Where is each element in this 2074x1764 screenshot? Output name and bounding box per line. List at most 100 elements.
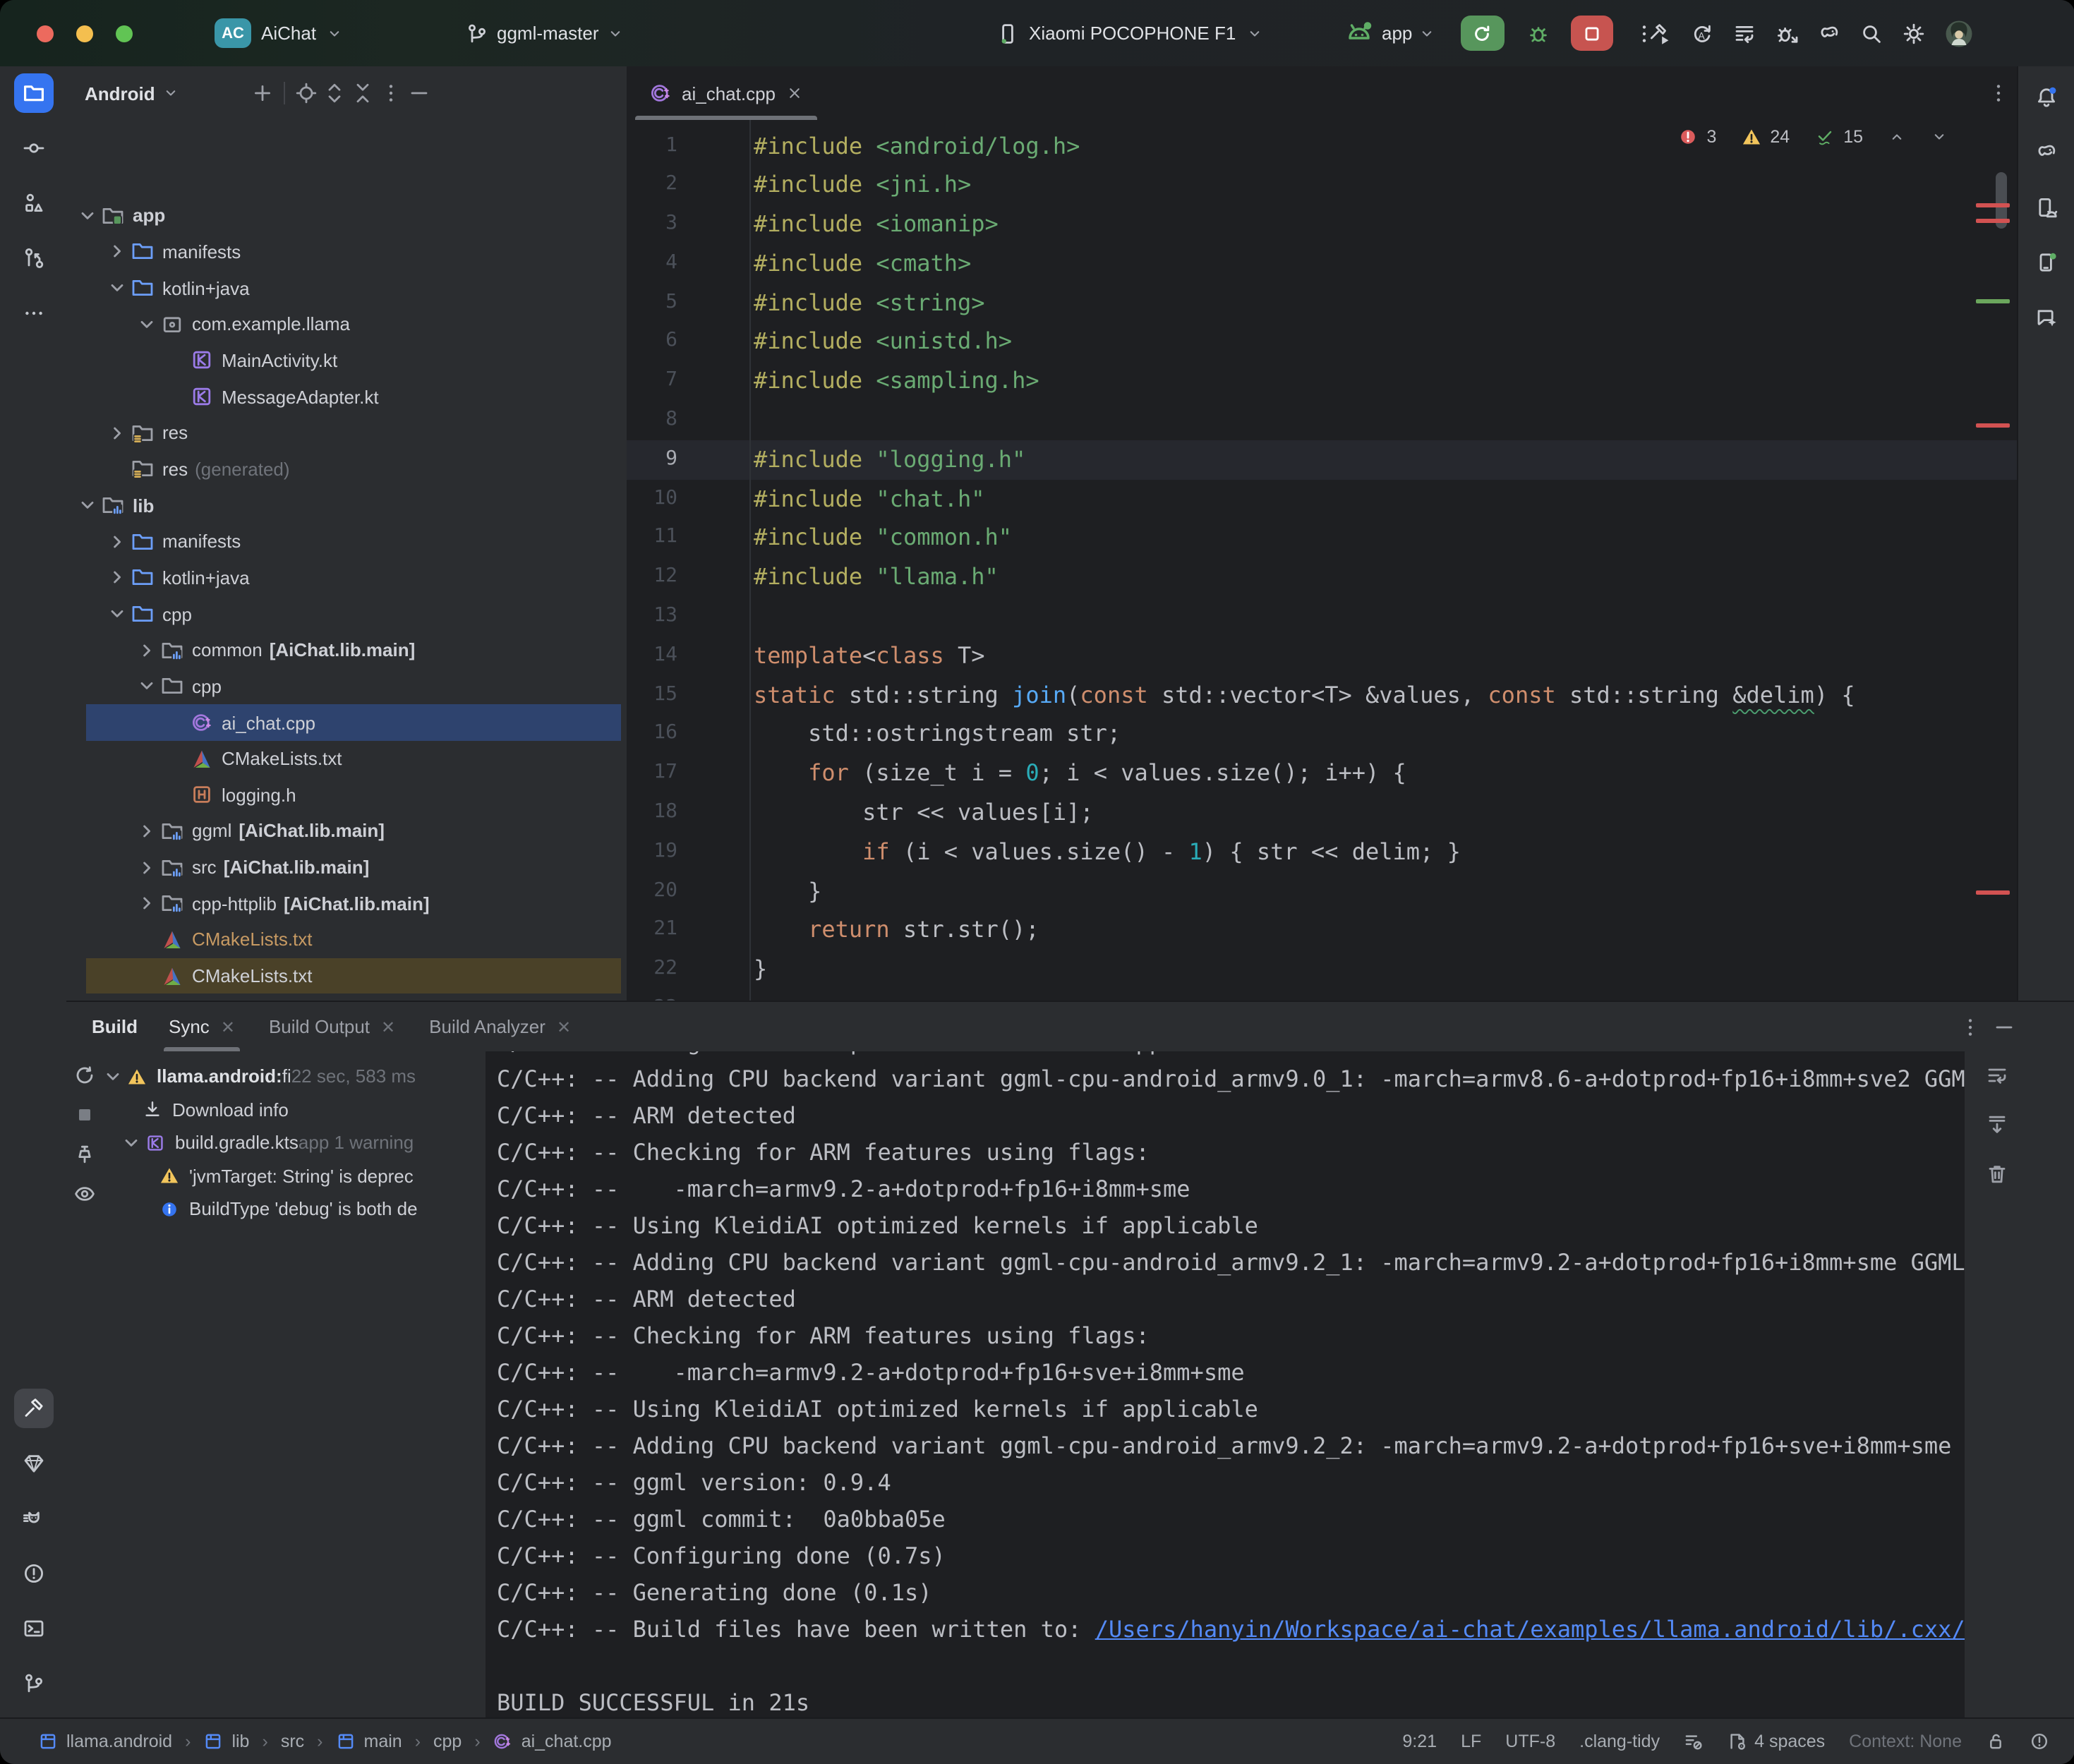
build-tree-item[interactable]: BuildType 'debug' is both de — [66, 1192, 486, 1226]
stripe-commit-button[interactable] — [13, 128, 53, 168]
status-item[interactable] — [1684, 1732, 1704, 1751]
project-tree-item[interactable]: CMakeLists.txt — [66, 741, 627, 777]
prev-problem-button[interactable] — [1888, 128, 1905, 145]
run-configuration[interactable]: app — [1382, 23, 1412, 44]
stripe-terminal-button[interactable] — [13, 1609, 53, 1648]
attach-debugger-icon[interactable] — [1775, 22, 1798, 44]
sync-alphabet-icon[interactable]: A — [1691, 22, 1713, 44]
stripe-git-branch-button[interactable] — [13, 1664, 53, 1703]
code-line-19[interactable]: 19 if (i < values.size() - 1) { str << d… — [627, 833, 2018, 872]
build-tree-item[interactable]: Download info — [66, 1093, 486, 1126]
project-tree-item[interactable]: logging.h — [66, 777, 627, 813]
locate-target-icon[interactable] — [295, 82, 318, 104]
project-tree-item[interactable]: res(generated) — [66, 451, 627, 487]
stripe-pull-requests-button[interactable] — [13, 238, 53, 278]
project-widget[interactable]: AC AiChat — [215, 0, 343, 66]
hide-build-panel-button[interactable] — [1993, 1016, 2015, 1039]
stripe-running-devices-button[interactable] — [2027, 243, 2066, 282]
project-tree-item[interactable]: CMakeLists.txt — [66, 958, 627, 994]
chevron-right-icon[interactable] — [106, 241, 128, 263]
breadcrumb-item[interactable]: cpp — [433, 1732, 462, 1751]
device-selector[interactable]: Xiaomi POCOPHONE F1 — [996, 0, 1262, 66]
error-stripe-mark[interactable] — [1976, 203, 2010, 207]
minimize-window-button[interactable] — [76, 25, 93, 42]
close-tab-button[interactable]: ✕ — [221, 1017, 235, 1037]
status-item[interactable]: LF — [1461, 1732, 1481, 1751]
code-line-11[interactable]: 11#include "common.h" — [627, 519, 2018, 558]
chevron-right-icon[interactable] — [135, 639, 158, 661]
status-item[interactable]: .clang-tidy — [1579, 1732, 1660, 1751]
build-variants-icon[interactable] — [1733, 22, 1756, 44]
code-line-2[interactable]: 2#include <jni.h> — [627, 166, 2018, 205]
project-tree-item[interactable]: lib — [66, 488, 627, 524]
project-tree-item[interactable]: ai_chat.cpp — [66, 704, 627, 740]
status-item[interactable]: Context: None — [1849, 1732, 1962, 1751]
chevron-down-icon[interactable] — [76, 494, 99, 516]
code-line-20[interactable]: 20 } — [627, 871, 2018, 911]
build-tab-sync[interactable]: Sync✕ — [169, 1002, 235, 1051]
close-window-button[interactable] — [37, 25, 54, 42]
status-item[interactable]: 9:21 — [1402, 1732, 1437, 1751]
chevron-right-icon[interactable] — [106, 422, 128, 445]
chevron-down-icon[interactable] — [102, 1065, 124, 1088]
more-vertical-icon[interactable] — [380, 82, 402, 104]
chevron-right-icon[interactable] — [135, 820, 158, 842]
build-console[interactable]: C/C++: -- Using KleidiAI optimized kerne… — [486, 1051, 1965, 1719]
breadcrumb-item[interactable]: llama.android — [38, 1732, 172, 1751]
chevron-down-icon[interactable] — [76, 205, 99, 227]
status-item[interactable] — [2030, 1732, 2049, 1751]
code-line-10[interactable]: 10#include "chat.h" — [627, 479, 2018, 519]
breadcrumb-item[interactable]: src — [281, 1732, 304, 1751]
code-line-18[interactable]: 18 str << values[i]; — [627, 793, 2018, 833]
rerun-button[interactable] — [1460, 16, 1504, 51]
project-tree-item[interactable]: kotlin+java — [66, 560, 627, 596]
stripe-gemini-chat-button[interactable] — [2027, 298, 2066, 337]
scroll-to-end-button[interactable] — [1982, 1109, 2013, 1140]
stripe-logcat-cat-button[interactable] — [13, 1499, 53, 1538]
stripe-structure-button[interactable] — [13, 183, 53, 223]
status-item[interactable] — [1986, 1732, 2006, 1751]
code-line-22[interactable]: 22} — [627, 950, 2018, 989]
project-tree-item[interactable]: res(generated) — [66, 994, 627, 1001]
project-tree-item[interactable]: app — [66, 198, 627, 234]
chevron-down-icon[interactable] — [135, 313, 158, 336]
stripe-gradle-button[interactable] — [2027, 133, 2066, 172]
stripe-app-insights-diamond-button[interactable] — [13, 1444, 53, 1483]
code-line-7[interactable]: 7#include <sampling.h> — [627, 362, 2018, 401]
project-tree-item[interactable]: MessageAdapter.kt — [66, 379, 627, 415]
stripe-more-horizontal-button[interactable] — [13, 294, 53, 333]
code-line-15[interactable]: 15static std::string join(const std::vec… — [627, 675, 2018, 715]
chevron-right-icon[interactable] — [135, 893, 158, 915]
gradle-sync-icon[interactable] — [1818, 22, 1840, 44]
project-tree-item[interactable]: res — [66, 415, 627, 451]
code-line-9[interactable]: 9#include "logging.h" — [627, 440, 2018, 480]
inspections-widget[interactable]: 3 24 15 — [1678, 127, 1948, 147]
collapse-all-icon[interactable] — [351, 82, 374, 104]
debug-button[interactable] — [1526, 22, 1549, 44]
chevron-right-icon[interactable] — [135, 856, 158, 878]
project-tree-item[interactable]: ggml[AiChat.lib.main] — [66, 813, 627, 849]
project-tree-item[interactable]: kotlin+java — [66, 270, 627, 306]
stripe-device-manager-button[interactable] — [2027, 188, 2066, 227]
build-tab-build-output[interactable]: Build Output✕ — [269, 1002, 395, 1051]
code-line-23[interactable]: 23 — [627, 989, 2018, 1001]
clear-trash-button[interactable] — [1982, 1159, 2013, 1190]
project-view-selector[interactable]: Android — [85, 83, 155, 104]
project-tree-item[interactable]: manifests — [66, 524, 627, 560]
settings-gear-icon[interactable] — [1903, 22, 1925, 44]
soft-wrap-button[interactable] — [1982, 1060, 2013, 1091]
plus-icon[interactable] — [251, 82, 274, 104]
chevron-down-icon[interactable] — [135, 675, 158, 698]
search-icon[interactable] — [1860, 22, 1883, 44]
build-hammer-run-icon[interactable] — [1648, 22, 1671, 44]
stop-button[interactable] — [1570, 16, 1612, 51]
build-tab-build-analyzer[interactable]: Build Analyzer✕ — [429, 1002, 571, 1051]
code-line-13[interactable]: 13 — [627, 597, 2018, 636]
change-stripe-mark[interactable] — [1976, 299, 2010, 303]
code-line-16[interactable]: 16 std::ostringstream str; — [627, 715, 2018, 754]
code-line-6[interactable]: 6#include <unistd.h> — [627, 322, 2018, 362]
chevron-right-icon[interactable] — [106, 567, 128, 589]
expand-all-icon[interactable] — [323, 82, 346, 104]
code-line-21[interactable]: 21 return str.str(); — [627, 911, 2018, 950]
stripe-build-hammer-button[interactable] — [13, 1389, 53, 1428]
